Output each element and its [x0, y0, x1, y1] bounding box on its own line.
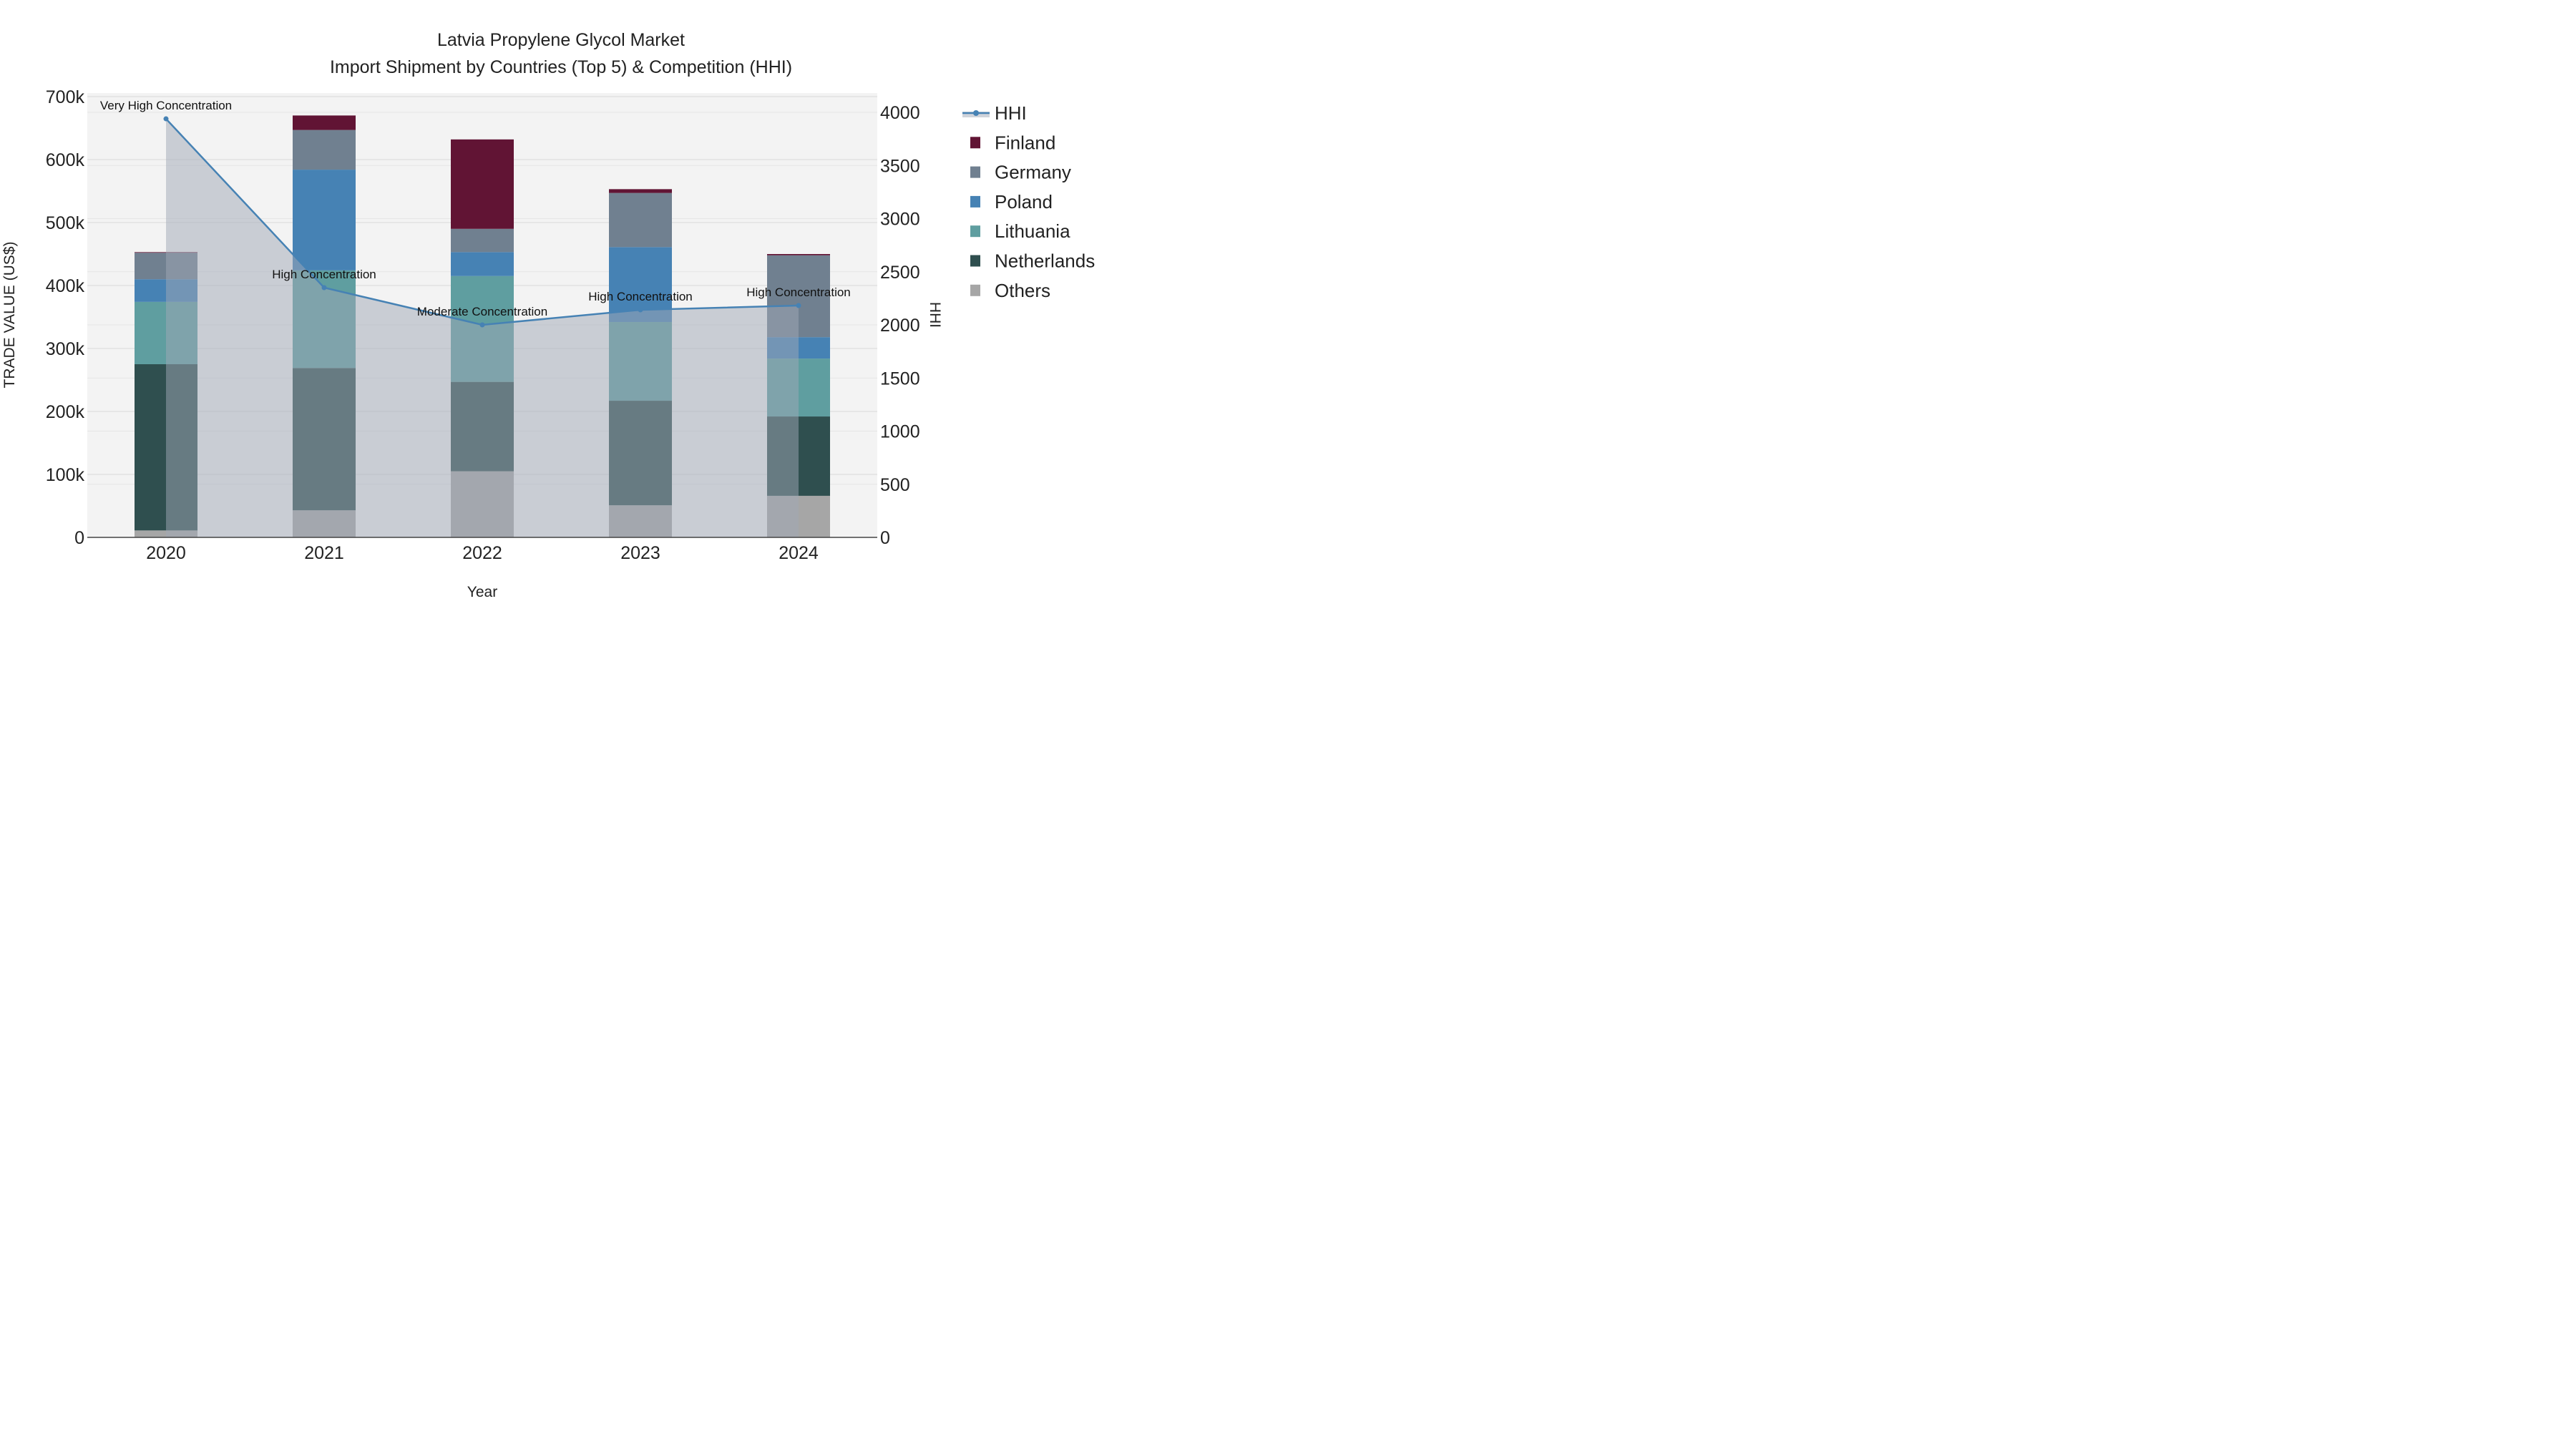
- hhi-point[interactable]: [321, 285, 327, 291]
- legend-label-lithuania[interactable]: Lithuania: [995, 220, 1070, 242]
- legend-label-germany[interactable]: Germany: [995, 162, 1071, 183]
- hhi-point[interactable]: [796, 303, 801, 308]
- legend-swatch-poland: [970, 195, 980, 208]
- legend-label-others[interactable]: Others: [995, 280, 1050, 301]
- y2-axis-label: HHI: [927, 302, 943, 328]
- y2-tick-label: 3500: [880, 156, 920, 176]
- hhi-point[interactable]: [638, 307, 643, 313]
- bar-germany-2021[interactable]: [293, 130, 356, 170]
- y-tick-label: 600k: [46, 150, 85, 170]
- x-tick-label: 2021: [304, 543, 344, 563]
- x-axis-label: Year: [467, 584, 497, 600]
- bar-finland-2024[interactable]: [767, 254, 830, 255]
- hhi-point[interactable]: [479, 322, 485, 328]
- chart-title: Latvia Propylene Glycol Market: [437, 30, 685, 50]
- y2-tick-label: 3000: [880, 210, 920, 230]
- hhi-annotation: Moderate Concentration: [417, 305, 547, 318]
- y-axis-label: TRADE VALUE (US$): [1, 242, 18, 389]
- y-tick-label: 0: [74, 528, 84, 548]
- legend-swatch-netherlands: [970, 255, 980, 267]
- y-tick-label: 200k: [46, 402, 85, 422]
- legend-hhi-marker: [973, 110, 979, 116]
- hhi-annotation: Very High Concentration: [100, 99, 232, 112]
- legend-label-finland[interactable]: Finland: [995, 132, 1055, 153]
- y-tick-label: 700k: [46, 87, 85, 107]
- bar-poland-2022[interactable]: [451, 252, 514, 276]
- bar-finland-2021[interactable]: [293, 115, 356, 130]
- legend-swatch-others: [970, 284, 980, 296]
- y-tick-label: 300k: [46, 339, 85, 359]
- y-tick-label: 100k: [46, 465, 85, 485]
- hhi-annotation: High Concentration: [746, 286, 851, 299]
- legend-label-netherlands[interactable]: Netherlands: [995, 250, 1095, 272]
- bar-poland-2021[interactable]: [293, 170, 356, 270]
- bar-germany-2022[interactable]: [451, 228, 514, 253]
- y-tick-label: 500k: [46, 213, 85, 233]
- legend-swatch-lithuania: [970, 225, 980, 238]
- legend-label-hhi[interactable]: HHI: [995, 102, 1027, 124]
- hhi-point[interactable]: [163, 116, 169, 122]
- bar-germany-2023[interactable]: [609, 192, 672, 248]
- bar-finland-2022[interactable]: [451, 139, 514, 229]
- y2-tick-label: 2000: [880, 316, 920, 336]
- y2-tick-label: 4000: [880, 103, 920, 123]
- legend-label-poland[interactable]: Poland: [995, 191, 1053, 213]
- y2-tick-label: 0: [880, 528, 890, 548]
- chart-subtitle: Import Shipment by Countries (Top 5) & C…: [330, 57, 792, 77]
- y2-tick-label: 2500: [880, 263, 920, 283]
- chart: Latvia Propylene Glycol Market Import Sh…: [1, 30, 1095, 600]
- x-tick-label: 2020: [146, 543, 186, 563]
- legend-swatch-germany: [970, 166, 980, 178]
- x-tick-label: 2023: [620, 543, 660, 563]
- x-tick-label: 2024: [779, 543, 819, 563]
- y-tick-label: 400k: [46, 276, 85, 296]
- legend-swatch-finland: [970, 137, 980, 149]
- hhi-annotation: High Concentration: [588, 290, 693, 303]
- y2-tick-label: 1000: [880, 422, 920, 442]
- y2-tick-label: 500: [880, 475, 910, 495]
- y2-tick-label: 1500: [880, 369, 920, 389]
- x-tick-label: 2022: [462, 543, 502, 563]
- hhi-annotation: High Concentration: [272, 268, 376, 281]
- bar-finland-2023[interactable]: [609, 189, 672, 193]
